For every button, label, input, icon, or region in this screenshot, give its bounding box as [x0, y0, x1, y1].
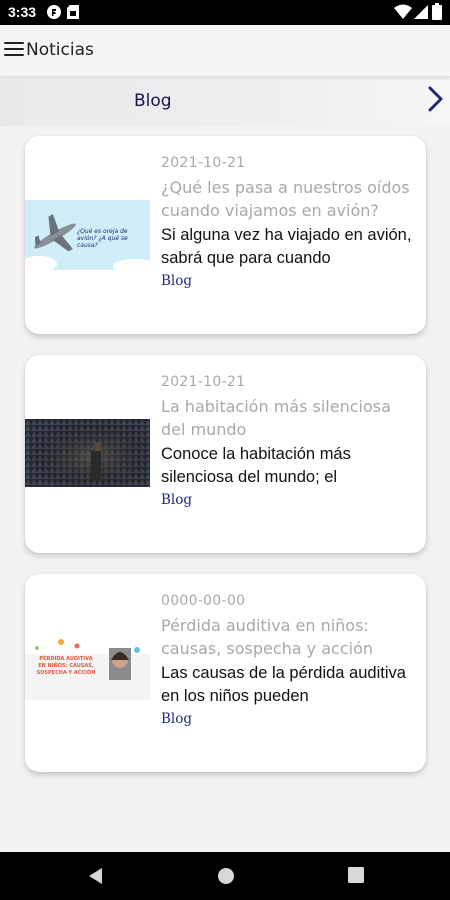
article-category: Blog — [161, 492, 193, 508]
page-title: Noticias — [26, 40, 94, 60]
article-excerpt: Conoce la habitación más silenciosa del … — [161, 445, 351, 486]
article-date: 2021-10-21 — [161, 155, 246, 171]
cellular-signal-icon — [414, 5, 428, 19]
home-icon[interactable] — [216, 866, 236, 886]
anechoic-chamber-image — [25, 419, 150, 487]
back-icon[interactable] — [86, 866, 104, 886]
article-headline[interactable]: Pérdida auditiva en niños: causas, sospe… — [161, 614, 419, 660]
category-bar: Blog — [0, 80, 450, 126]
battery-icon — [432, 3, 442, 20]
article-headline[interactable]: La habitación más silenciosa del mundo — [161, 395, 419, 441]
article-excerpt: Las causas de la pérdida auditiva en los… — [161, 664, 406, 705]
shield-icon — [47, 5, 61, 19]
recents-icon[interactable] — [347, 866, 365, 884]
article-excerpt: Si alguna vez ha viajado en avión, sabrá… — [161, 226, 412, 267]
article-image-caption: ¿Qué es oreja de avión? ¿A qué se causa? — [77, 228, 128, 249]
article-card[interactable]: 2021-10-21 La habitación más silenciosa … — [25, 355, 426, 553]
wifi-icon — [394, 4, 412, 19]
article-category: Blog — [161, 273, 193, 289]
status-bar: 3:33 — [0, 0, 450, 25]
sim-card-icon — [67, 5, 79, 19]
status-time: 3:33 — [8, 4, 37, 20]
article-image — [25, 419, 150, 487]
article-image: PÉRDIDA AUDITIVA EN NIÑOS: CAUSAS, SOSPE… — [25, 634, 150, 700]
article-card[interactable]: PÉRDIDA AUDITIVA EN NIÑOS: CAUSAS, SOSPE… — [25, 574, 426, 772]
chevron-right-icon[interactable] — [424, 84, 448, 114]
navigation-bar — [0, 852, 450, 900]
app-bar: Noticias — [0, 25, 450, 77]
article-image: ¿Qué es oreja de avión? ¿A qué se causa? — [25, 200, 150, 270]
article-headline[interactable]: ¿Qué les pasa a nuestros oídos cuando vi… — [161, 176, 419, 222]
article-category: Blog — [161, 711, 193, 727]
article-card[interactable]: ¿Qué es oreja de avión? ¿A qué se causa?… — [25, 136, 426, 334]
article-date: 2021-10-21 — [161, 374, 246, 390]
article-image-caption: PÉRDIDA AUDITIVA EN NIÑOS: CAUSAS, SOSPE… — [36, 656, 96, 676]
article-date: 0000-00-00 — [161, 593, 246, 609]
category-label[interactable]: Blog — [134, 91, 172, 111]
menu-icon[interactable] — [4, 42, 24, 58]
